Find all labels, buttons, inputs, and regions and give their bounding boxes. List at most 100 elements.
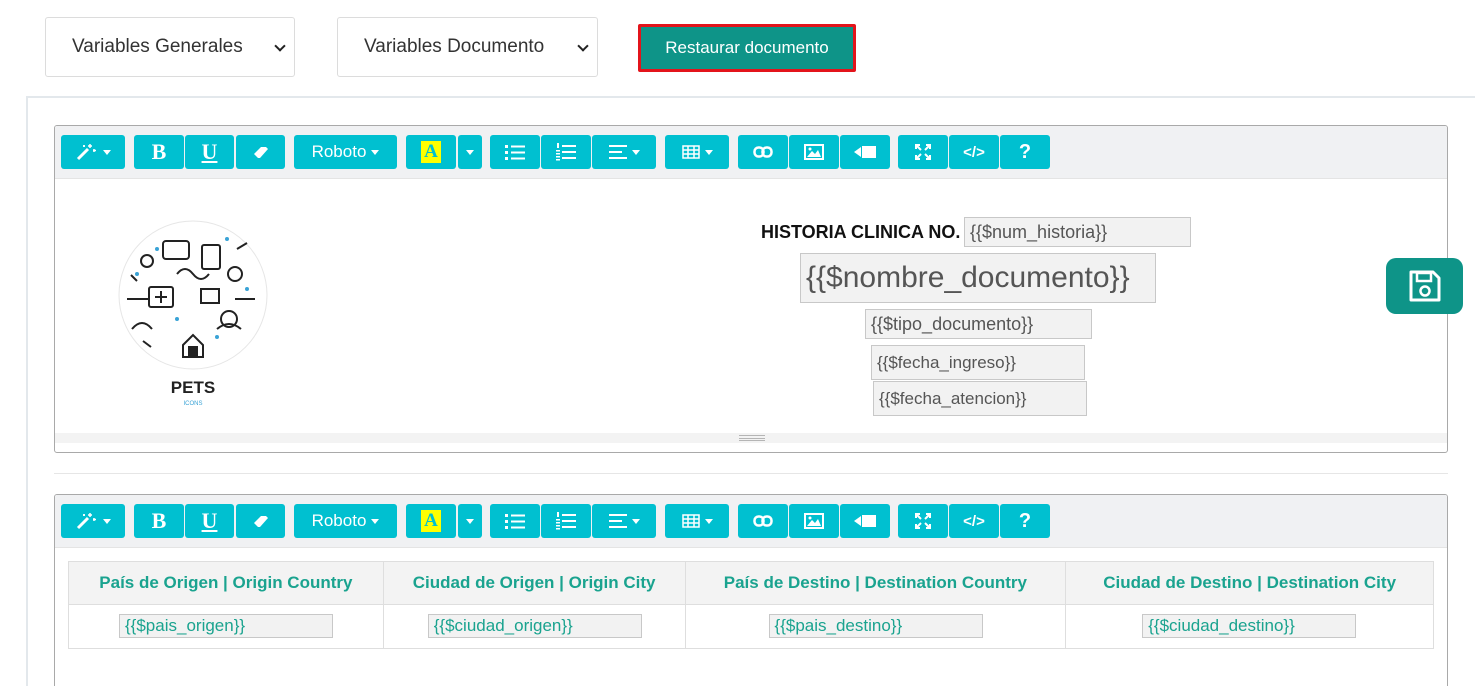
attention-date-field[interactable]: {{$fecha_atencion}} — [873, 381, 1087, 416]
fullscreen-icon — [915, 144, 931, 160]
help-icon: ? — [1018, 509, 1032, 532]
editor-resize-handle[interactable] — [55, 433, 1447, 443]
underline-button[interactable]: U — [185, 135, 234, 169]
picture-button[interactable] — [789, 504, 839, 538]
unordered-list-button[interactable] — [490, 135, 540, 169]
origin-city-cell[interactable]: {{$ciudad_origen}} — [382, 604, 686, 649]
destination-country-cell[interactable]: {{$pais_destino}} — [684, 604, 1067, 649]
caret-icon — [704, 518, 713, 524]
help-button[interactable]: ? — [1000, 135, 1050, 169]
video-button[interactable] — [840, 504, 890, 538]
magic-wand-icon — [76, 513, 96, 530]
code-icon: </> — [963, 143, 985, 161]
font-family-button[interactable]: Roboto — [294, 504, 397, 538]
unordered-list-button[interactable] — [490, 504, 540, 538]
header-editor[interactable]: B U Roboto A </> ? PETS ICONS HISTORIA C… — [54, 125, 1448, 453]
logo-text: PETS — [171, 378, 215, 397]
caret-icon — [371, 149, 380, 155]
restore-document-button[interactable]: Restaurar documento — [638, 24, 856, 72]
fullscreen-icon — [915, 513, 931, 529]
image-icon — [804, 144, 824, 160]
table-button[interactable] — [665, 135, 729, 169]
document-variables-select[interactable]: Variables Documento — [337, 17, 598, 77]
highlight-icon: A — [421, 510, 441, 532]
origin-city-header: Ciudad de Origen | Origin City — [382, 561, 686, 605]
underline-icon: U — [201, 508, 218, 533]
destination-country-header: País de Destino | Destination Country — [684, 561, 1067, 605]
section-divider — [54, 473, 1448, 474]
route-editor[interactable]: B U Roboto A </> ? País de Origen | Orig… — [54, 494, 1448, 686]
chevron-down-icon — [577, 40, 589, 52]
align-left-icon — [608, 514, 627, 528]
color-dropdown-button[interactable] — [458, 504, 482, 538]
ordered-list-button[interactable] — [541, 135, 591, 169]
admission-date-field[interactable]: {{$fecha_ingreso}} — [871, 345, 1085, 380]
style-magic-button[interactable] — [61, 135, 125, 169]
video-icon — [854, 146, 876, 158]
top-controls: Variables Generales Variables Documento … — [45, 17, 856, 77]
table-icon — [681, 145, 700, 159]
link-button[interactable] — [738, 135, 788, 169]
caret-icon — [466, 149, 474, 155]
logo-subtext: ICONS — [183, 401, 202, 407]
clear-format-button[interactable] — [236, 135, 285, 169]
eraser-icon — [253, 516, 268, 527]
pets-logo-image: PETS ICONS — [118, 220, 268, 407]
general-variables-select[interactable]: Variables Generales — [45, 17, 295, 77]
help-button[interactable]: ? — [1000, 504, 1050, 538]
table-icon — [681, 514, 700, 528]
origin-country-var[interactable]: {{$pais_origen}} — [119, 614, 333, 638]
caret-icon — [631, 149, 640, 155]
destination-city-cell[interactable]: {{$ciudad_destino}} — [1065, 604, 1434, 649]
caret-icon — [102, 518, 111, 524]
bullet-list-icon — [505, 514, 525, 529]
paragraph-align-button[interactable] — [592, 504, 656, 538]
bold-icon: B — [151, 508, 167, 533]
editor-content[interactable]: PETS ICONS HISTORIA CLINICA NO. {{$num_h… — [55, 179, 1447, 443]
font-family-button[interactable]: Roboto — [294, 135, 397, 169]
highlight-color-button[interactable]: A — [406, 135, 456, 169]
num-historia-field[interactable]: {{$num_historia}} — [964, 217, 1191, 247]
pets-logo: PETS ICONS — [117, 219, 269, 409]
ordered-list-button[interactable] — [541, 504, 591, 538]
bullet-list-icon — [505, 145, 525, 160]
bold-button[interactable]: B — [134, 504, 184, 538]
destination-country-var[interactable]: {{$pais_destino}} — [768, 614, 983, 638]
magic-wand-icon — [76, 144, 96, 161]
video-button[interactable] — [840, 135, 890, 169]
link-button[interactable] — [738, 504, 788, 538]
general-variables-select-label: Variables Generales — [72, 36, 243, 57]
code-view-button[interactable]: </> — [949, 135, 999, 169]
origin-city-var[interactable]: {{$ciudad_origen}} — [427, 614, 642, 638]
fullscreen-button[interactable] — [898, 135, 948, 169]
resize-grip-icon — [739, 435, 765, 441]
style-magic-button[interactable] — [61, 504, 125, 538]
fullscreen-button[interactable] — [898, 504, 948, 538]
origin-country-header: País de Origen | Origin Country — [68, 561, 384, 605]
highlight-color-button[interactable]: A — [406, 504, 456, 538]
code-view-button[interactable]: </> — [949, 504, 999, 538]
video-icon — [854, 515, 876, 527]
document-variables-select-label: Variables Documento — [364, 36, 545, 57]
image-icon — [804, 513, 824, 529]
picture-button[interactable] — [789, 135, 839, 169]
save-button[interactable] — [1386, 258, 1463, 314]
eraser-icon — [253, 147, 268, 158]
document-name-field[interactable]: {{$nombre_documento}} — [800, 253, 1156, 303]
table-row: {{$pais_origen}} {{$ciudad_origen}} {{$p… — [68, 604, 1434, 649]
page: Variables Generales Variables Documento … — [0, 0, 1477, 686]
destination-city-var[interactable]: {{$ciudad_destino}} — [1142, 614, 1357, 638]
color-dropdown-button[interactable] — [458, 135, 482, 169]
document-type-field[interactable]: {{$tipo_documento}} — [865, 309, 1092, 339]
link-icon — [753, 146, 773, 158]
bold-button[interactable]: B — [134, 135, 184, 169]
paragraph-align-button[interactable] — [592, 135, 656, 169]
chevron-down-icon — [274, 40, 286, 52]
link-icon — [753, 515, 773, 527]
table-button[interactable] — [665, 504, 729, 538]
destination-city-header: Ciudad de Destino | Destination City — [1065, 561, 1434, 605]
history-number-label: HISTORIA CLINICA NO. — [761, 222, 961, 242]
origin-country-cell[interactable]: {{$pais_origen}} — [68, 604, 384, 649]
underline-button[interactable]: U — [185, 504, 234, 538]
clear-format-button[interactable] — [236, 504, 285, 538]
